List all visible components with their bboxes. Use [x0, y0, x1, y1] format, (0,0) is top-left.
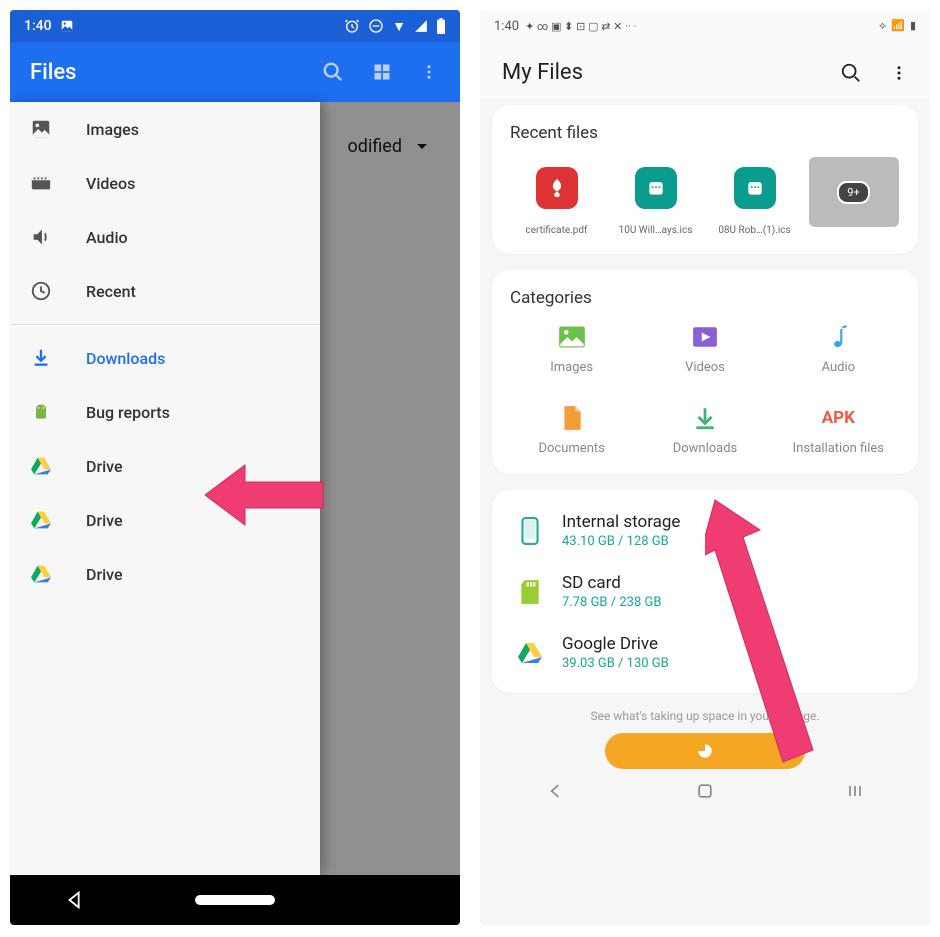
phone-icon: [516, 517, 544, 545]
drawer-label: Drive: [86, 565, 123, 584]
signal-icon: 📶: [891, 19, 905, 33]
category-videos[interactable]: Videos: [643, 322, 766, 375]
drawer-item-images[interactable]: Images: [10, 102, 320, 156]
search-icon[interactable]: [840, 62, 862, 84]
documents-icon: [510, 403, 633, 433]
images-icon: [510, 322, 633, 352]
drive-icon: [30, 455, 52, 477]
drawer-item-recent[interactable]: Recent: [10, 264, 320, 318]
drawer-item-videos[interactable]: Videos: [10, 156, 320, 210]
phone-stock-android: 1:40 ▼ Files odified: [10, 10, 460, 925]
drawer-label: Drive: [86, 511, 123, 530]
recent-more[interactable]: 9+: [807, 157, 900, 236]
drive-icon: [30, 509, 52, 531]
drawer-item-bugreports[interactable]: Bug reports: [10, 385, 320, 439]
recents-button[interactable]: [845, 781, 865, 801]
separator: [10, 324, 320, 325]
status-right-icons: ⟡ 📶 ▮: [879, 19, 916, 33]
app-title: My Files: [502, 60, 583, 85]
app-header: Files: [10, 42, 460, 102]
home-button[interactable]: [195, 895, 275, 905]
status-bar: 1:40 ▼: [10, 10, 460, 42]
status-left-icons: ✦ ∞ ▣ ⬍ ⊡ ▢ ⇄ ✕ ·· ·: [525, 20, 636, 33]
more-badge: 9+: [837, 181, 869, 204]
card-title: Categories: [510, 288, 900, 308]
android-icon: [30, 401, 52, 423]
drawer-item-downloads[interactable]: Downloads: [10, 331, 320, 385]
category-documents[interactable]: Documents: [510, 403, 633, 456]
category-downloads[interactable]: Downloads: [643, 403, 766, 456]
app-title: Files: [30, 60, 76, 85]
back-button[interactable]: [64, 889, 86, 911]
grid-view-icon[interactable]: [372, 62, 392, 82]
apk-icon: APK: [777, 403, 900, 433]
calendar-icon: [734, 167, 776, 209]
phone-samsung: 1:40 ✦ ∞ ▣ ⬍ ⊡ ▢ ⇄ ✕ ·· · ⟡ 📶 ▮ My Files…: [480, 10, 930, 925]
calendar-icon: [635, 167, 677, 209]
videos-icon: [643, 322, 766, 352]
status-bar: 1:40 ✦ ∞ ▣ ⬍ ⊡ ▢ ⇄ ✕ ·· · ⟡ 📶 ▮: [480, 10, 930, 42]
picture-icon: [60, 19, 74, 33]
images-icon: [30, 118, 52, 140]
annotation-arrow: [705, 495, 825, 775]
drawer-label: Downloads: [86, 349, 165, 368]
more-icon[interactable]: [420, 63, 438, 81]
recent-icon: [30, 280, 52, 302]
navigation-bar: [10, 875, 460, 925]
download-icon: [643, 403, 766, 433]
videos-icon: [30, 172, 52, 194]
recent-file[interactable]: 08U Rob…(1).ics: [708, 157, 801, 236]
drawer-label: Drive: [86, 457, 123, 476]
drawer-item-drive[interactable]: Drive: [10, 547, 320, 601]
wifi-icon: ⟡: [879, 19, 886, 33]
status-time: 1:40: [494, 19, 519, 34]
annotation-arrow: [205, 460, 325, 530]
dnd-icon: [368, 18, 384, 34]
audio-icon: [30, 226, 52, 248]
drawer-label: Bug reports: [86, 403, 170, 422]
more-icon[interactable]: [890, 62, 908, 84]
drive-icon: [30, 563, 52, 585]
category-images[interactable]: Images: [510, 322, 633, 375]
drawer-label: Images: [86, 120, 139, 139]
drawer-item-audio[interactable]: Audio: [10, 210, 320, 264]
pdf-icon: [536, 167, 578, 209]
wifi-icon: ▼: [392, 18, 406, 35]
download-icon: [30, 347, 52, 369]
recent-file[interactable]: 10U Will…ays.ics: [609, 157, 702, 236]
recent-files-card: Recent files certificate.pdf 10U Will…ay…: [492, 105, 918, 254]
home-button[interactable]: [695, 781, 715, 801]
recent-file[interactable]: certificate.pdf: [510, 157, 603, 236]
app-header: My Files: [480, 42, 930, 99]
back-button[interactable]: [545, 781, 565, 801]
signal-icon: [414, 19, 428, 33]
search-icon[interactable]: [322, 61, 344, 83]
card-title: Recent files: [510, 123, 900, 143]
categories-card: Categories Images Videos Audio Documents…: [492, 270, 918, 474]
navigation-bar: [480, 769, 930, 813]
battery-icon: [436, 18, 446, 34]
drawer-label: Videos: [86, 174, 135, 193]
alarm-icon: [344, 18, 360, 34]
drive-icon: [516, 639, 544, 667]
status-time: 1:40: [24, 18, 52, 34]
category-audio[interactable]: Audio: [777, 322, 900, 375]
sdcard-icon: [516, 578, 544, 606]
drawer-label: Audio: [86, 228, 128, 247]
battery-icon: ▮: [910, 19, 916, 33]
category-installation[interactable]: APK Installation files: [777, 403, 900, 456]
drawer-label: Recent: [86, 282, 136, 301]
audio-icon: [777, 322, 900, 352]
